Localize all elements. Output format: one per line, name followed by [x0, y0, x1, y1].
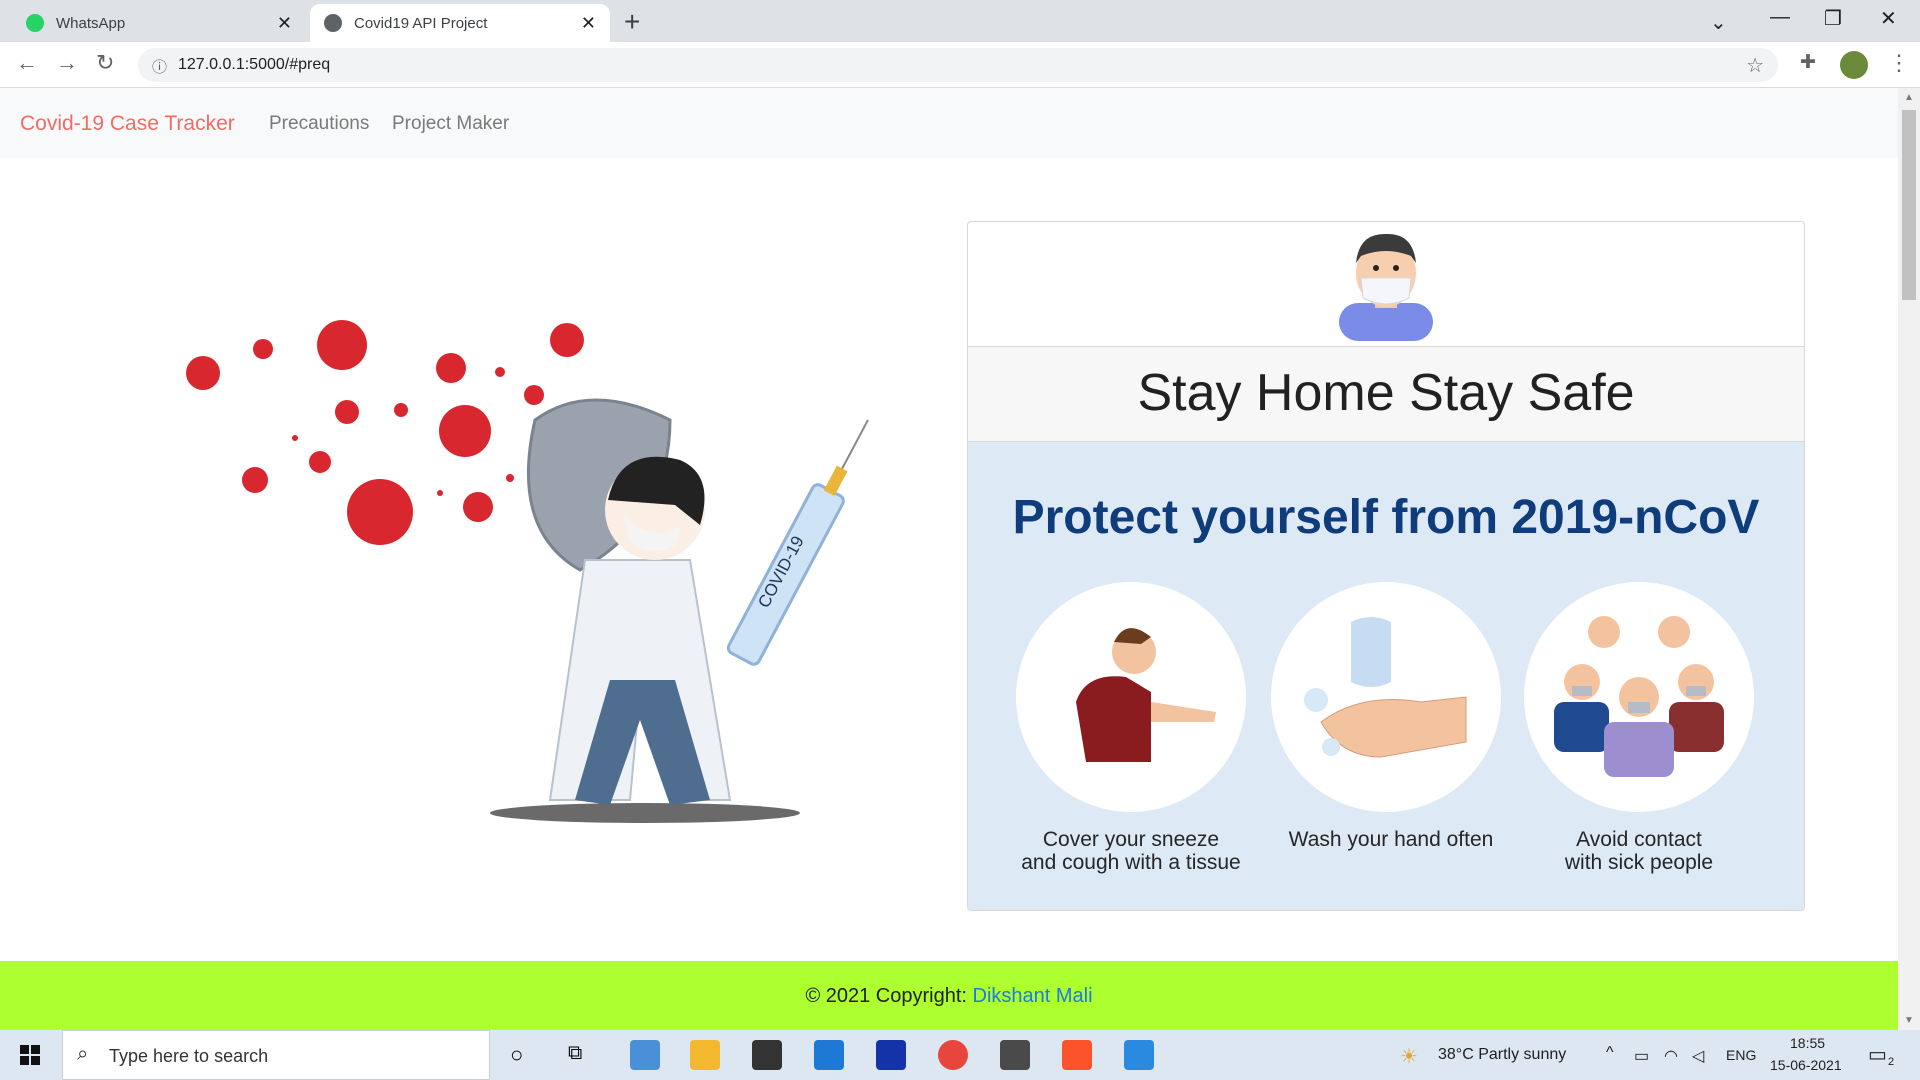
page-scrollbar[interactable]: ▲ ▼: [1898, 88, 1920, 1030]
battery-icon[interactable]: ▭: [1634, 1046, 1649, 1066]
windows-start-icon[interactable]: [20, 1045, 40, 1065]
file-explorer-icon[interactable]: [690, 1040, 720, 1070]
tab-search-icon[interactable]: ⌄: [1710, 10, 1727, 35]
chrome-icon[interactable]: [938, 1040, 968, 1070]
mail-icon[interactable]: [814, 1040, 844, 1070]
close-tab-icon[interactable]: ✕: [581, 13, 596, 34]
copyright-text: © 2021 Copyright: Dikshant Mali: [805, 985, 1093, 1007]
close-window-button[interactable]: ✕: [1880, 6, 1897, 31]
tab-title: WhatsApp: [56, 14, 126, 32]
cortana-icon[interactable]: ○: [510, 1042, 523, 1068]
nav-link-project-maker[interactable]: Project Maker: [392, 113, 509, 135]
close-tab-icon[interactable]: ✕: [277, 13, 292, 34]
tip-caption-avoid: Avoid contact with sick people: [1564, 828, 1714, 874]
poster-title: Protect yourself from 2019-nCoV: [1012, 491, 1760, 544]
weather-text[interactable]: 38°C Partly sunny: [1438, 1046, 1566, 1064]
tab-whatsapp[interactable]: WhatsApp ✕: [0, 4, 306, 42]
browser-toolbar: ← → ↻ ⓘ 127.0.0.1:5000/#preq ☆ ✚ ⋮: [0, 42, 1920, 88]
profile-avatar[interactable]: [1840, 51, 1868, 79]
nav-link-precautions[interactable]: Precautions: [269, 113, 369, 135]
url-text[interactable]: 127.0.0.1:5000/#preq: [178, 56, 330, 74]
task-view-icon[interactable]: ⧉: [568, 1042, 582, 1065]
show-hidden-icons[interactable]: ^: [1606, 1044, 1614, 1062]
hand-wash-illustration: [1271, 582, 1501, 812]
globe-icon: [324, 14, 342, 32]
precautions-card: Stay Home Stay Safe Protect yourself fro…: [967, 221, 1805, 911]
extensions-icon[interactable]: ✚: [1800, 51, 1816, 74]
new-tab-button[interactable]: +: [624, 6, 640, 38]
masked-person-avatar: [1339, 233, 1433, 341]
sneeze-icon: [1076, 628, 1216, 762]
brand-link[interactable]: Covid-19 Case Tracker: [20, 112, 235, 136]
avoid-sick-people-illustration: [1524, 582, 1754, 812]
windows-taskbar: ⌕ Type here to search ○ ⧉ ☀ 38°C Partly …: [0, 1030, 1920, 1080]
menu-icon[interactable]: ⋮: [1888, 50, 1910, 76]
notification-icon[interactable]: ▭: [1868, 1042, 1887, 1067]
search-placeholder: Type here to search: [109, 1046, 269, 1066]
forward-icon[interactable]: →: [56, 50, 78, 76]
language-indicator[interactable]: ENG: [1726, 1047, 1756, 1063]
app-icon[interactable]: [876, 1040, 906, 1070]
browser-tab-strip: WhatsApp ✕ Covid19 API Project ✕ + ⌄ — ❐…: [0, 0, 1920, 42]
protect-yourself-poster: Protect yourself from 2019-nCoV Cover yo…: [968, 442, 1804, 910]
reload-icon[interactable]: ↻: [96, 50, 114, 76]
back-icon[interactable]: ←: [16, 50, 38, 76]
scroll-up-icon[interactable]: ▲: [1904, 92, 1914, 103]
cough-tissue-illustration: [1016, 582, 1246, 812]
sublime-text-icon[interactable]: [1000, 1040, 1030, 1070]
hand-wash-icon: [1304, 617, 1467, 758]
tip-caption-cough: Cover your sneeze and cough with a tissue: [1021, 828, 1241, 874]
scroll-down-icon[interactable]: ▼: [1904, 1015, 1914, 1026]
wifi-icon[interactable]: ◠: [1664, 1046, 1678, 1066]
masked-group-icon: [1554, 616, 1724, 777]
vscode-icon[interactable]: [1124, 1040, 1154, 1070]
clock-time[interactable]: 18:55: [1790, 1035, 1825, 1051]
store-icon[interactable]: [752, 1040, 782, 1070]
scrollbar-thumb[interactable]: [1902, 110, 1916, 300]
address-bar[interactable]: ⓘ 127.0.0.1:5000/#preq ☆: [138, 48, 1778, 82]
site-info-icon[interactable]: ⓘ: [152, 56, 167, 77]
volume-icon[interactable]: ◁: [1692, 1046, 1704, 1066]
tab-covid19-api-project[interactable]: Covid19 API Project ✕: [310, 4, 610, 42]
tab-title: Covid19 API Project: [354, 14, 488, 32]
virus-icon: [186, 320, 584, 545]
site-navbar: Covid-19 Case Tracker Precautions Projec…: [0, 88, 1898, 158]
restore-button[interactable]: ❐: [1824, 6, 1842, 31]
clock-date[interactable]: 15-06-2021: [1770, 1057, 1842, 1073]
author-link[interactable]: Dikshant Mali: [973, 985, 1093, 1007]
page-footer: © 2021 Copyright: Dikshant Mali: [0, 961, 1898, 1030]
minimize-button[interactable]: —: [1770, 6, 1790, 29]
card-title: Stay Home Stay Safe: [1137, 364, 1635, 422]
whatsapp-icon: [26, 14, 44, 32]
brave-icon[interactable]: [1062, 1040, 1092, 1070]
bookmark-star-icon[interactable]: ☆: [1746, 53, 1764, 78]
doctor-vs-virus-illustration: COVID-19: [186, 320, 869, 823]
weather-icon[interactable]: ☀: [1400, 1044, 1418, 1069]
taskbar-search-box[interactable]: ⌕ Type here to search: [62, 1030, 490, 1080]
search-icon: ⌕: [77, 1043, 89, 1065]
card-header: Stay Home Stay Safe: [968, 346, 1804, 442]
laptop-app-icon[interactable]: [630, 1040, 660, 1070]
notification-count: 2: [1888, 1056, 1895, 1068]
tip-caption-wash: Wash your hand often: [1288, 828, 1494, 851]
